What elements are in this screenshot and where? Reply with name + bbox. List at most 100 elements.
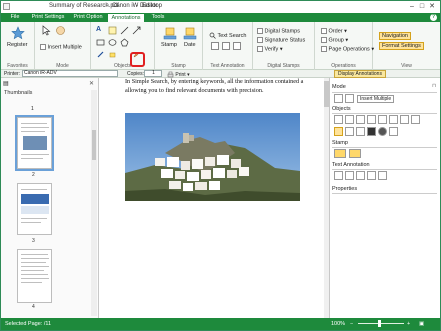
quick-access-toolbar: [3, 3, 11, 11]
order-icon: [321, 28, 327, 34]
text-highlight-icon[interactable]: [233, 42, 241, 50]
panel-arrow-tool[interactable]: [367, 115, 376, 124]
signature-status-button[interactable]: Signature Status: [257, 37, 305, 43]
fit-page-icon[interactable]: ▣: [419, 321, 424, 327]
panel-select-tool[interactable]: [334, 94, 343, 103]
panel-text-link-tool[interactable]: [378, 171, 387, 180]
navigation-button[interactable]: Navigation: [379, 32, 411, 40]
group-label-mode: Mode: [56, 63, 69, 69]
print-label: Print: [175, 71, 186, 78]
panel-date-stamp-tool[interactable]: [349, 149, 361, 158]
maximize-icon[interactable]: □: [417, 3, 427, 10]
navigation-label: Navigation: [382, 33, 408, 39]
page-operations-button[interactable]: Page Operations ▾: [321, 46, 374, 52]
thumbnail-page-4[interactable]: [17, 249, 52, 303]
line-tool-icon[interactable]: [120, 26, 129, 35]
window-controls: – □ ✕: [407, 2, 437, 10]
panel-filled-polygon-tool[interactable]: [389, 127, 398, 136]
digital-stamps-button[interactable]: Digital Stamps: [257, 28, 300, 34]
panel-strikethrough-tool[interactable]: [356, 171, 365, 180]
panel-ellipse-tool[interactable]: [389, 115, 398, 124]
ellipse-tool-icon[interactable]: [108, 38, 117, 47]
rectangle-tool-icon[interactable]: [96, 38, 105, 47]
minimize-icon[interactable]: –: [407, 3, 417, 10]
panel-rectangle-tool[interactable]: [378, 115, 387, 124]
date-stamp-icon: [183, 27, 197, 40]
zoom-slider-handle[interactable]: [378, 320, 381, 327]
group-button[interactable]: Group ▾: [321, 37, 348, 43]
hand-icon[interactable]: [55, 25, 66, 36]
panel-hand-tool[interactable]: [345, 94, 354, 103]
tab-print-settings[interactable]: Print Settings: [28, 13, 68, 22]
thumbnail-view-icon[interactable]: ▤: [3, 80, 9, 87]
insert-multiple-button[interactable]: Insert Multiple: [40, 44, 82, 50]
print-button[interactable]: Print ▾: [167, 71, 190, 78]
text-search-button[interactable]: Text Search: [209, 32, 246, 39]
thumbnails-panel: ▤ Thumbnails ✕ 1 2 3 4: [1, 78, 99, 318]
zoom-out-button[interactable]: −: [350, 321, 353, 327]
panel-note-tool[interactable]: [345, 115, 354, 124]
pen-tool-icon[interactable]: [96, 50, 105, 59]
polygon-tool-icon[interactable]: [120, 38, 129, 47]
panel-insert-multiple-button[interactable]: Insert Multiple: [357, 95, 395, 103]
tab-annotations[interactable]: Annotations: [107, 13, 145, 22]
tab-print-option[interactable]: Print Option: [70, 13, 106, 22]
zoom-slider[interactable]: [358, 323, 404, 324]
stamp-icon: [163, 27, 177, 40]
insert-multiple-icon: [40, 44, 46, 50]
panel-text-highlight-tool[interactable]: [367, 171, 376, 180]
printer-select[interactable]: Canon iR-ADV: [22, 70, 118, 77]
panel-filled-ellipse-tool[interactable]: [378, 127, 387, 136]
panel-polygon-tool[interactable]: [400, 115, 409, 124]
panel-filled-rectangle-tool[interactable]: [367, 127, 376, 136]
date-button[interactable]: Date: [184, 42, 196, 48]
note-tool-icon[interactable]: [108, 26, 117, 35]
copies-input[interactable]: 1: [144, 70, 162, 77]
title-bar: Summary of Research.pdf - Canon iW Deskt…: [1, 1, 440, 13]
register-button[interactable]: Register: [7, 42, 27, 48]
arrow-tool-icon[interactable]: [132, 26, 141, 35]
strikethrough-icon[interactable]: [222, 42, 230, 50]
zoom-in-button[interactable]: +: [407, 321, 410, 327]
panel-polyline-tool[interactable]: [411, 115, 420, 124]
panel-stamp-tool[interactable]: [334, 149, 346, 158]
selected-page-status: Selected Page: /11: [5, 321, 52, 327]
window-title-mode: Editor: [142, 3, 158, 9]
group-label-operations: Operations: [331, 63, 356, 69]
thumbnails-scrollbar[interactable]: [91, 90, 97, 316]
panel-eraser-tool[interactable]: [334, 127, 343, 136]
chevron-down-icon: ▾: [279, 46, 283, 53]
thumbnail-page-number: 4: [32, 304, 35, 310]
panel-underline-tool[interactable]: [345, 171, 354, 180]
star-icon: [11, 26, 25, 40]
group-digital-stamps: Digital Stamps Signature Status Verify ▾…: [253, 22, 315, 70]
close-icon[interactable]: ✕: [89, 80, 94, 87]
thumbnail-page-2[interactable]: [15, 115, 54, 171]
panel-text-search-tool[interactable]: [334, 171, 343, 180]
tab-file[interactable]: File: [5, 13, 25, 22]
editor-window: Summary of Research.pdf - Canon iW Deskt…: [0, 0, 441, 331]
verify-button[interactable]: Verify ▾: [257, 46, 283, 52]
panel-section-objects: Objects: [332, 106, 351, 112]
panel-highlighter-tool[interactable]: [356, 127, 365, 136]
panel-text-tool[interactable]: [334, 115, 343, 124]
document-view[interactable]: In Simple Search, by entering keywords, …: [100, 78, 328, 318]
pin-icon[interactable]: ⊓: [432, 83, 436, 89]
window-title-separator: -: [136, 3, 138, 9]
select-arrow-icon[interactable]: [41, 25, 52, 36]
thumbnail-page-3[interactable]: [17, 183, 52, 235]
highlighter-tool-icon[interactable]: [108, 50, 117, 59]
close-icon[interactable]: ✕: [427, 2, 437, 10]
underline-icon[interactable]: [211, 42, 219, 50]
display-annotations-button[interactable]: Display Annotations: [334, 70, 386, 78]
panel-pen-tool[interactable]: [345, 127, 354, 136]
panel-line-tool[interactable]: [356, 115, 365, 124]
help-icon[interactable]: ?: [430, 14, 437, 21]
order-button[interactable]: Order ▾: [321, 28, 347, 34]
text-tool-button[interactable]: A: [96, 26, 101, 33]
format-settings-button[interactable]: Format Settings: [379, 42, 424, 50]
stamp-button[interactable]: Stamp: [161, 42, 177, 48]
tab-tools[interactable]: Tools: [148, 13, 168, 22]
window-title-dash: -: [106, 3, 108, 9]
thumbnail-page-number: 3: [32, 238, 35, 244]
